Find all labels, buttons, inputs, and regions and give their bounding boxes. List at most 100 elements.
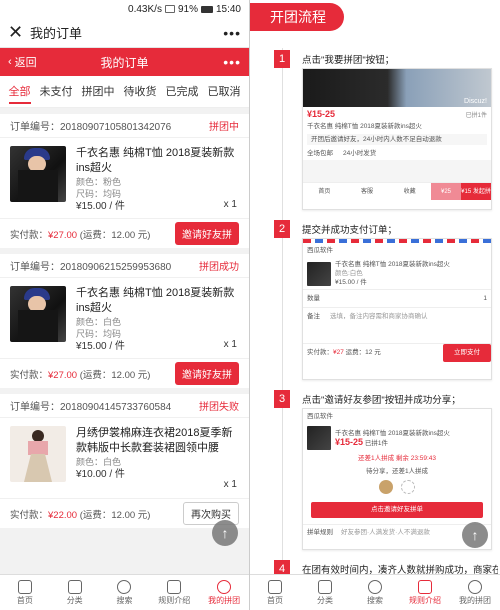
order-number-value: 20180904145733760584 (60, 402, 172, 413)
nav-my-group[interactable]: 我的拼团 (199, 575, 249, 610)
search-icon (368, 579, 382, 594)
product-banner: Discuz! (303, 69, 491, 107)
cube-icon (318, 579, 332, 594)
scroll-top-button[interactable]: ↑ (462, 522, 488, 548)
order-card[interactable]: 订单编号：20180906215259953680 拼团成功 千衣名惠 纯棉T恤… (0, 254, 249, 388)
paid-label: 实付款： (10, 509, 49, 521)
tab-unpaid[interactable]: 未支付 (40, 76, 73, 108)
product-size: 尺码：均码 (76, 189, 122, 199)
product-thumb (307, 261, 331, 286)
spacer (303, 160, 491, 182)
qty-row: 数量 1 (303, 289, 491, 307)
mini-nav-home: 首页 (318, 189, 331, 195)
tab-grouping[interactable]: 拼团中 (82, 76, 115, 108)
order-number: 订单编号：20180906215259953680 (10, 258, 171, 273)
close-icon[interactable]: ✕ (8, 22, 30, 43)
nav-search-label: 搜索 (367, 595, 383, 605)
order-header: 订单编号：20180904145733760584 拼团失败 (0, 394, 249, 418)
pay-bar: 实付款：¥27 运费：12 元 立即支付 (303, 343, 491, 362)
order-number-value: 20180906215259953680 (60, 262, 172, 273)
shipping-fee: (运费：12.00 元) (79, 229, 151, 241)
group-product: 千衣名惠 纯棉T恤 2018夏装新款ins超火 ¥15-25 已拼1件 (303, 424, 491, 452)
pay-label: 实付款： (307, 349, 333, 356)
avatar (379, 480, 393, 494)
order-card[interactable]: 订单编号：20180904145733760584 拼团失败 月绣伊裳棉麻连衣裙… (0, 394, 249, 528)
shipping-fee: (运费：12.00 元) (79, 369, 151, 381)
mini-nav-fav: 收藏 (403, 189, 416, 195)
page-title: 我的订单 (100, 55, 149, 70)
nav-category-label: 分类 (66, 595, 83, 605)
product-qty: x 1 (223, 199, 237, 210)
nav-rules[interactable]: 规则介绍 (400, 575, 450, 610)
product-unit-price: ¥15.00 / 件 (335, 279, 367, 286)
smile-icon (468, 579, 482, 594)
paid-summary: 实付款：¥22.00 (运费：12.00 元) (10, 507, 150, 521)
order-footer: 实付款：¥27.00 (运费：12.00 元) 邀请好友拼 (0, 218, 249, 248)
nav-my-group-label: 我的拼团 (208, 595, 241, 605)
paid-amount: ¥27.00 (48, 369, 78, 381)
chevron-left-icon: ‹ (8, 56, 12, 68)
watermark: Discuz! (464, 98, 487, 105)
order-item[interactable]: 月绣伊裳棉麻连衣裙2018夏季新款韩版中长款套装裙圆领中腰 颜色：白色 ¥10.… (0, 418, 249, 498)
invite-friends-button[interactable]: 邀请好友拼 (175, 222, 239, 245)
smile-icon (217, 579, 232, 594)
clock: 15:40 (215, 3, 241, 15)
nav-my-group-label: 我的拼团 (459, 595, 491, 605)
nav-category[interactable]: 分类 (300, 575, 350, 610)
paid-summary: 实付款：¥27.00 (运费：12.00 元) (10, 367, 150, 381)
nav-rules[interactable]: 规则介绍 (149, 575, 199, 610)
nav-category[interactable]: 分类 (50, 575, 100, 610)
more-options-icon[interactable]: ••• (223, 54, 241, 70)
product-color: 颜色：白色 (76, 457, 122, 467)
paid-amount: ¥27.00 (48, 229, 78, 241)
paid-label: 实付款： (10, 369, 49, 381)
orders-panel: 0.43K/s 91% 15:40 ✕ 我的订单 ••• ‹ 返回 我的订单 ••… (0, 0, 250, 610)
order-item[interactable]: 千衣名惠 纯棉T恤 2018夏装新款ins超火 颜色：白色 尺码：均码 ¥15.… (0, 278, 249, 358)
price-bar: ¥15-25 已拼1件 (303, 107, 491, 121)
nav-home[interactable]: 首页 (250, 575, 300, 610)
pay-now-button: 立即支付 (443, 343, 491, 362)
nav-home[interactable]: 首页 (0, 575, 50, 610)
order-line: 千衣名惠 纯棉T恤 2018夏装新款ins超火 颜色:白色 ¥15.00 / 件 (303, 258, 491, 289)
home-icon (268, 579, 282, 594)
scroll-top-button[interactable]: ↑ (212, 520, 238, 546)
arrow-up-icon: ↑ (471, 527, 479, 543)
member-avatars (303, 478, 491, 496)
bottom-nav: 首页 分类 搜索 规则介绍 我的拼团 (250, 574, 500, 610)
group-note: 开团后邀请好友，24小时内人数不足自动退款 (307, 134, 487, 145)
product-thumb (307, 426, 331, 450)
tab-completed[interactable]: 已完成 (166, 76, 199, 108)
sold-count: 已拼1件 (364, 439, 388, 447)
product-size: 尺码：均码 (76, 329, 122, 339)
product-image (10, 286, 66, 342)
back-button[interactable]: ‹ 返回 (8, 54, 37, 70)
order-card[interactable]: 订单编号：20180907105801342076 拼团中 千衣名惠 纯棉T恤 … (0, 114, 249, 248)
price-range: ¥15-25 (307, 109, 336, 119)
buy-bar: 首页 客服 收藏 ¥25 ¥15 发起拼单 (303, 182, 491, 209)
group-buy-price: ¥15 (461, 189, 472, 195)
tag-free-shipping: 全场包邮 (307, 150, 333, 157)
nav-my-group[interactable]: 我的拼团 (450, 575, 500, 610)
qty-value: 1 (483, 295, 487, 302)
tab-cancelled[interactable]: 已取消 (208, 76, 241, 108)
product-variant: 颜色:白色 (335, 270, 363, 277)
pay-amount: ¥27 (333, 349, 344, 356)
tab-to-receive[interactable]: 待收货 (124, 76, 157, 108)
order-item[interactable]: 千衣名惠 纯棉T恤 2018夏装新款ins超火 颜色：粉色 尺码：均码 ¥15.… (0, 138, 249, 218)
order-number-label: 订单编号： (10, 262, 60, 273)
paid-amount: ¥22.00 (48, 509, 78, 521)
more-menu-icon[interactable]: ••• (223, 25, 241, 41)
order-status: 拼团失败 (199, 402, 239, 413)
search-icon (117, 579, 132, 594)
nav-search[interactable]: 搜索 (350, 575, 400, 610)
mini-nav-service: 客服 (361, 189, 374, 195)
invite-friends-button[interactable]: 邀请好友拼 (175, 362, 239, 385)
shipping-fee: (运费：12.00 元) (79, 509, 151, 521)
tab-all[interactable]: 全部 (8, 76, 31, 108)
nav-category-label: 分类 (317, 595, 333, 605)
nav-search[interactable]: 搜索 (100, 575, 150, 610)
order-status: 拼团成功 (199, 262, 239, 273)
order-number-label: 订单编号： (10, 122, 60, 133)
step-number: 3 (274, 390, 290, 408)
back-label: 返回 (14, 57, 37, 69)
